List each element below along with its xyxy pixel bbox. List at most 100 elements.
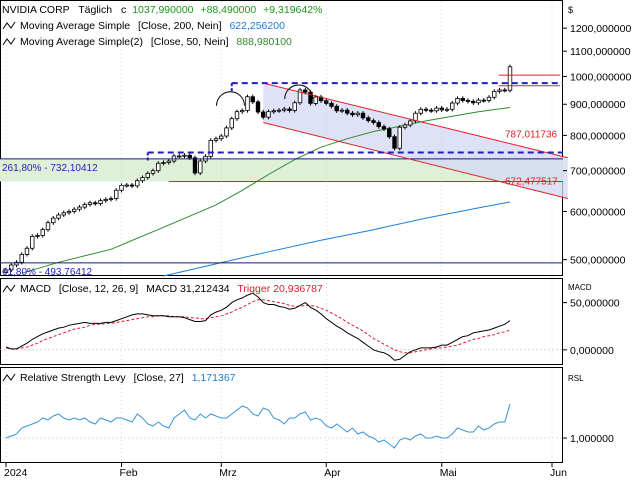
candle-body bbox=[329, 102, 334, 107]
candle-body bbox=[471, 100, 476, 104]
macd-y-tick-label: 0,000000 bbox=[570, 345, 614, 357]
price-candle bbox=[30, 234, 35, 251]
svg-text:Moving Average Simple(2): Moving Average Simple(2) [Close, 50, Nei… bbox=[20, 36, 292, 48]
price-candle bbox=[40, 227, 45, 238]
legend-change-abs: +88,490000 bbox=[200, 4, 256, 16]
price-y-tick-label: 1100,000000 bbox=[570, 46, 631, 58]
price-candle bbox=[429, 108, 434, 113]
macd-y-tick-label: 50,000000 bbox=[570, 298, 620, 310]
candle-body bbox=[35, 235, 40, 237]
candle-body bbox=[350, 112, 355, 116]
candle-body bbox=[72, 208, 77, 212]
price-candle bbox=[224, 125, 229, 139]
price-y-tick-label: 600,000000 bbox=[570, 206, 626, 218]
legend-change-pct: +9,319642% bbox=[263, 4, 322, 16]
legend-stock-name: NVIDIA CORP bbox=[2, 4, 70, 16]
candle-body bbox=[245, 96, 250, 111]
x-axis: 2024 Feb Mrz Apr Mai Jun bbox=[4, 1, 567, 479]
sma200-line bbox=[163, 201, 511, 277]
svg-text:MACD [Close, 12, 26, 9]: MACD [Close, 12, 26, 9] MACD 31,212434 T… bbox=[20, 283, 323, 295]
price-candle bbox=[439, 105, 444, 113]
price-candle bbox=[234, 109, 240, 121]
price-candle bbox=[56, 212, 61, 221]
candle-body bbox=[56, 214, 61, 219]
price-candle bbox=[156, 161, 161, 173]
candle-body bbox=[108, 198, 114, 200]
candle-body bbox=[45, 222, 51, 231]
candle-body bbox=[292, 102, 297, 111]
price-candle bbox=[471, 99, 476, 105]
candle-body bbox=[408, 120, 413, 126]
price-y-tick-label: 700,000000 bbox=[570, 166, 626, 178]
indicator-line-icon bbox=[2, 373, 16, 382]
price-candle bbox=[93, 200, 98, 206]
candle-body bbox=[156, 162, 161, 172]
price-candle bbox=[119, 183, 124, 193]
price-candle bbox=[208, 138, 213, 159]
rsl-axis-title: RSL bbox=[568, 374, 584, 383]
legend-rsl-value: 1,171367 bbox=[192, 372, 236, 384]
price-candle bbox=[308, 90, 313, 106]
level-label: 672,477517 bbox=[505, 176, 558, 187]
price-candle bbox=[51, 216, 56, 225]
candle-body bbox=[213, 138, 219, 141]
price-candle bbox=[87, 200, 93, 207]
legend-trigger-value: Trigger 20,936787 bbox=[237, 283, 323, 295]
candle-body bbox=[334, 105, 339, 112]
candle-body bbox=[429, 109, 434, 112]
price-candle bbox=[455, 96, 460, 106]
macd-axis-title: MACD bbox=[568, 283, 592, 292]
candle-body bbox=[360, 112, 366, 119]
candle-body bbox=[150, 170, 156, 174]
candle-body bbox=[465, 100, 471, 102]
candle-body bbox=[271, 110, 276, 113]
candle-body bbox=[192, 157, 198, 174]
rsl-y-tick-label: 1,000000 bbox=[570, 433, 614, 445]
price-candle bbox=[82, 202, 87, 210]
price-candle bbox=[465, 98, 471, 104]
price-y-tick-label: 500,000000 bbox=[570, 255, 626, 267]
x-tick-label: Mai bbox=[440, 467, 457, 479]
legend-sma50-params: [Close, 50, Nein] bbox=[151, 36, 229, 48]
candle-body bbox=[234, 111, 240, 120]
candle-body bbox=[129, 184, 135, 187]
candle-body bbox=[98, 200, 103, 205]
candle-body bbox=[502, 89, 507, 92]
candle-body bbox=[423, 108, 429, 111]
price-candle bbox=[497, 87, 502, 94]
indicator-line-icon bbox=[2, 21, 16, 30]
candle-body bbox=[303, 89, 308, 93]
price-candle bbox=[250, 94, 255, 105]
candle-body bbox=[82, 204, 87, 208]
candle-body bbox=[250, 96, 255, 103]
candle-body bbox=[392, 136, 397, 149]
legend-sma200-value: 622,256200 bbox=[229, 20, 285, 32]
price-candle bbox=[129, 182, 135, 188]
stock-chart[interactable]: 261,80% - 732,10412 61,80% - 493,76412 787… bbox=[0, 0, 640, 480]
legend-rsl-label: Relative Strength Levy bbox=[20, 372, 126, 384]
macd-y-axis: MACD 50,000000 0,000000 bbox=[563, 283, 620, 357]
candle-body bbox=[282, 108, 287, 111]
price-candle bbox=[245, 94, 250, 113]
legend-macd-value: MACD 31,212434 bbox=[146, 283, 230, 295]
candle-body bbox=[77, 206, 82, 210]
x-tick-label: Jun bbox=[550, 467, 567, 479]
legend-sma200-label: Moving Average Simple bbox=[20, 20, 130, 32]
price-candle bbox=[297, 87, 303, 105]
candle-body bbox=[339, 109, 345, 112]
price-candle bbox=[182, 153, 187, 159]
candle-body bbox=[481, 99, 486, 102]
price-candle bbox=[114, 188, 119, 201]
price-candle bbox=[66, 209, 72, 215]
macd-legend: MACD [Close, 12, 26, 9] MACD 31,212434 T… bbox=[2, 283, 323, 295]
price-y-axis: $ 500,000000 600,000000 700,000000 800,0000… bbox=[563, 5, 631, 267]
price-candle bbox=[476, 98, 481, 105]
price-candle bbox=[255, 99, 261, 115]
price-candle bbox=[481, 98, 486, 103]
candle-body bbox=[145, 172, 150, 178]
price-candle bbox=[418, 107, 423, 116]
price-candle bbox=[392, 134, 397, 151]
double-top-arc bbox=[216, 91, 245, 106]
rsl-y-axis: RSL 1,000000 bbox=[563, 374, 614, 445]
candle-body bbox=[371, 120, 376, 123]
